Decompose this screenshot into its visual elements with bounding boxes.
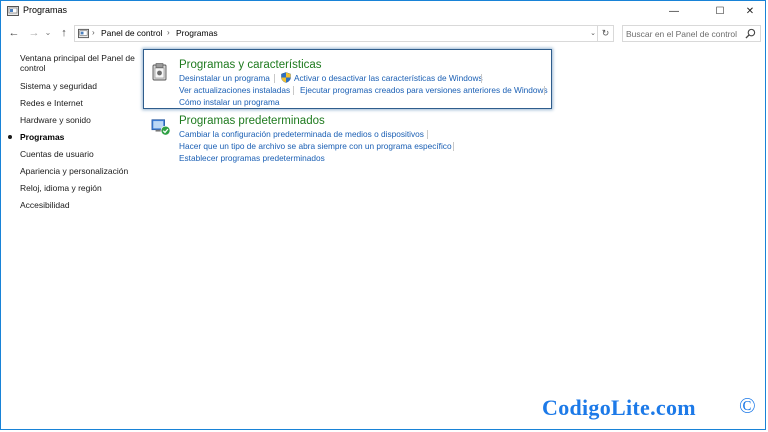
link-separator [427, 130, 428, 139]
breadcrumb-control-panel[interactable]: Panel de control [101, 28, 162, 38]
close-icon: ✕ [745, 6, 755, 17]
breadcrumb-separator[interactable]: › [92, 28, 95, 37]
link-file-associations[interactable]: Hacer que un tipo de archivo se abra sie… [179, 141, 452, 151]
link-how-to-install[interactable]: Cómo instalar un programa [179, 97, 280, 107]
sidebar-item-system-security[interactable]: Sistema y seguridad [20, 81, 140, 91]
close-button[interactable]: ✕ [735, 2, 765, 21]
up-button[interactable]: ↑ [57, 26, 71, 40]
link-autoplay-settings[interactable]: Cambiar la configuración predeterminada … [179, 129, 424, 139]
link-installed-updates[interactable]: Ver actualizaciones instaladas [179, 85, 290, 95]
refresh-icon[interactable]: ↻ [597, 26, 613, 41]
breadcrumb-separator[interactable]: › [167, 28, 170, 37]
sidebar: Ventana principal del Panel de control S… [8, 53, 140, 217]
link-compatibility-programs[interactable]: Ejecutar programas creados para versione… [300, 85, 548, 95]
copyright-symbol: © [739, 393, 756, 418]
active-bullet-icon [8, 135, 12, 139]
sidebar-item-hardware-sound[interactable]: Hardware y sonido [20, 115, 140, 125]
link-set-default-programs[interactable]: Establecer programas predeterminados [179, 153, 325, 163]
back-button[interactable]: ← [7, 26, 21, 40]
watermark-text: CodigoLite.com [542, 395, 696, 420]
address-bar[interactable]: › Panel de control › Programas ⌄ ↻ [74, 25, 614, 42]
uac-shield-icon [281, 72, 291, 83]
sidebar-item-network-internet[interactable]: Redes e Internet [20, 98, 140, 108]
sidebar-item-programs[interactable]: Programas [8, 132, 140, 142]
sidebar-item-clock-region[interactable]: Reloj, idioma y región [20, 183, 140, 193]
sidebar-item-accessibility[interactable]: Accesibilidad [20, 200, 140, 210]
forward-button[interactable]: → [27, 26, 41, 40]
sidebar-item-appearance[interactable]: Apariencia y personalización [20, 166, 140, 176]
control-panel-icon [7, 6, 19, 16]
search-box[interactable] [622, 25, 761, 42]
address-dropdown-icon[interactable]: ⌄ [590, 29, 596, 37]
programs-features-icon[interactable] [150, 62, 170, 82]
link-separator [544, 86, 545, 95]
recent-locations-dropdown[interactable]: ⌄ [41, 26, 55, 40]
maximize-button[interactable]: ☐ [705, 2, 735, 21]
sidebar-item-user-accounts[interactable]: Cuentas de usuario [20, 149, 140, 159]
search-icon[interactable] [745, 28, 756, 39]
link-separator [274, 74, 275, 83]
link-separator [293, 86, 294, 95]
link-windows-features[interactable]: Activar o desactivar las características… [294, 73, 483, 83]
search-input[interactable] [626, 27, 744, 40]
navigation-bar: ← → ⌄ ↑ › Panel de control › Programas ⌄… [1, 22, 765, 44]
minimize-button[interactable]: — [659, 2, 689, 21]
window-title: Programas [23, 5, 68, 15]
sidebar-item-control-panel-home[interactable]: Ventana principal del Panel de control [20, 53, 140, 73]
link-uninstall-program[interactable]: Desinstalar un programa [179, 73, 270, 83]
title-bar[interactable]: Programas — ☐ ✕ [1, 1, 765, 22]
section-title-default-programs[interactable]: Programas predeterminados [179, 115, 325, 127]
section-title-programs-features[interactable]: Programas y características [179, 59, 322, 71]
control-panel-icon [78, 28, 89, 39]
breadcrumb-programs[interactable]: Programas [176, 28, 218, 38]
minimize-icon: — [669, 6, 679, 17]
maximize-icon: ☐ [715, 6, 725, 17]
link-separator [481, 74, 482, 83]
default-programs-icon[interactable] [151, 117, 171, 137]
link-separator [453, 142, 454, 151]
